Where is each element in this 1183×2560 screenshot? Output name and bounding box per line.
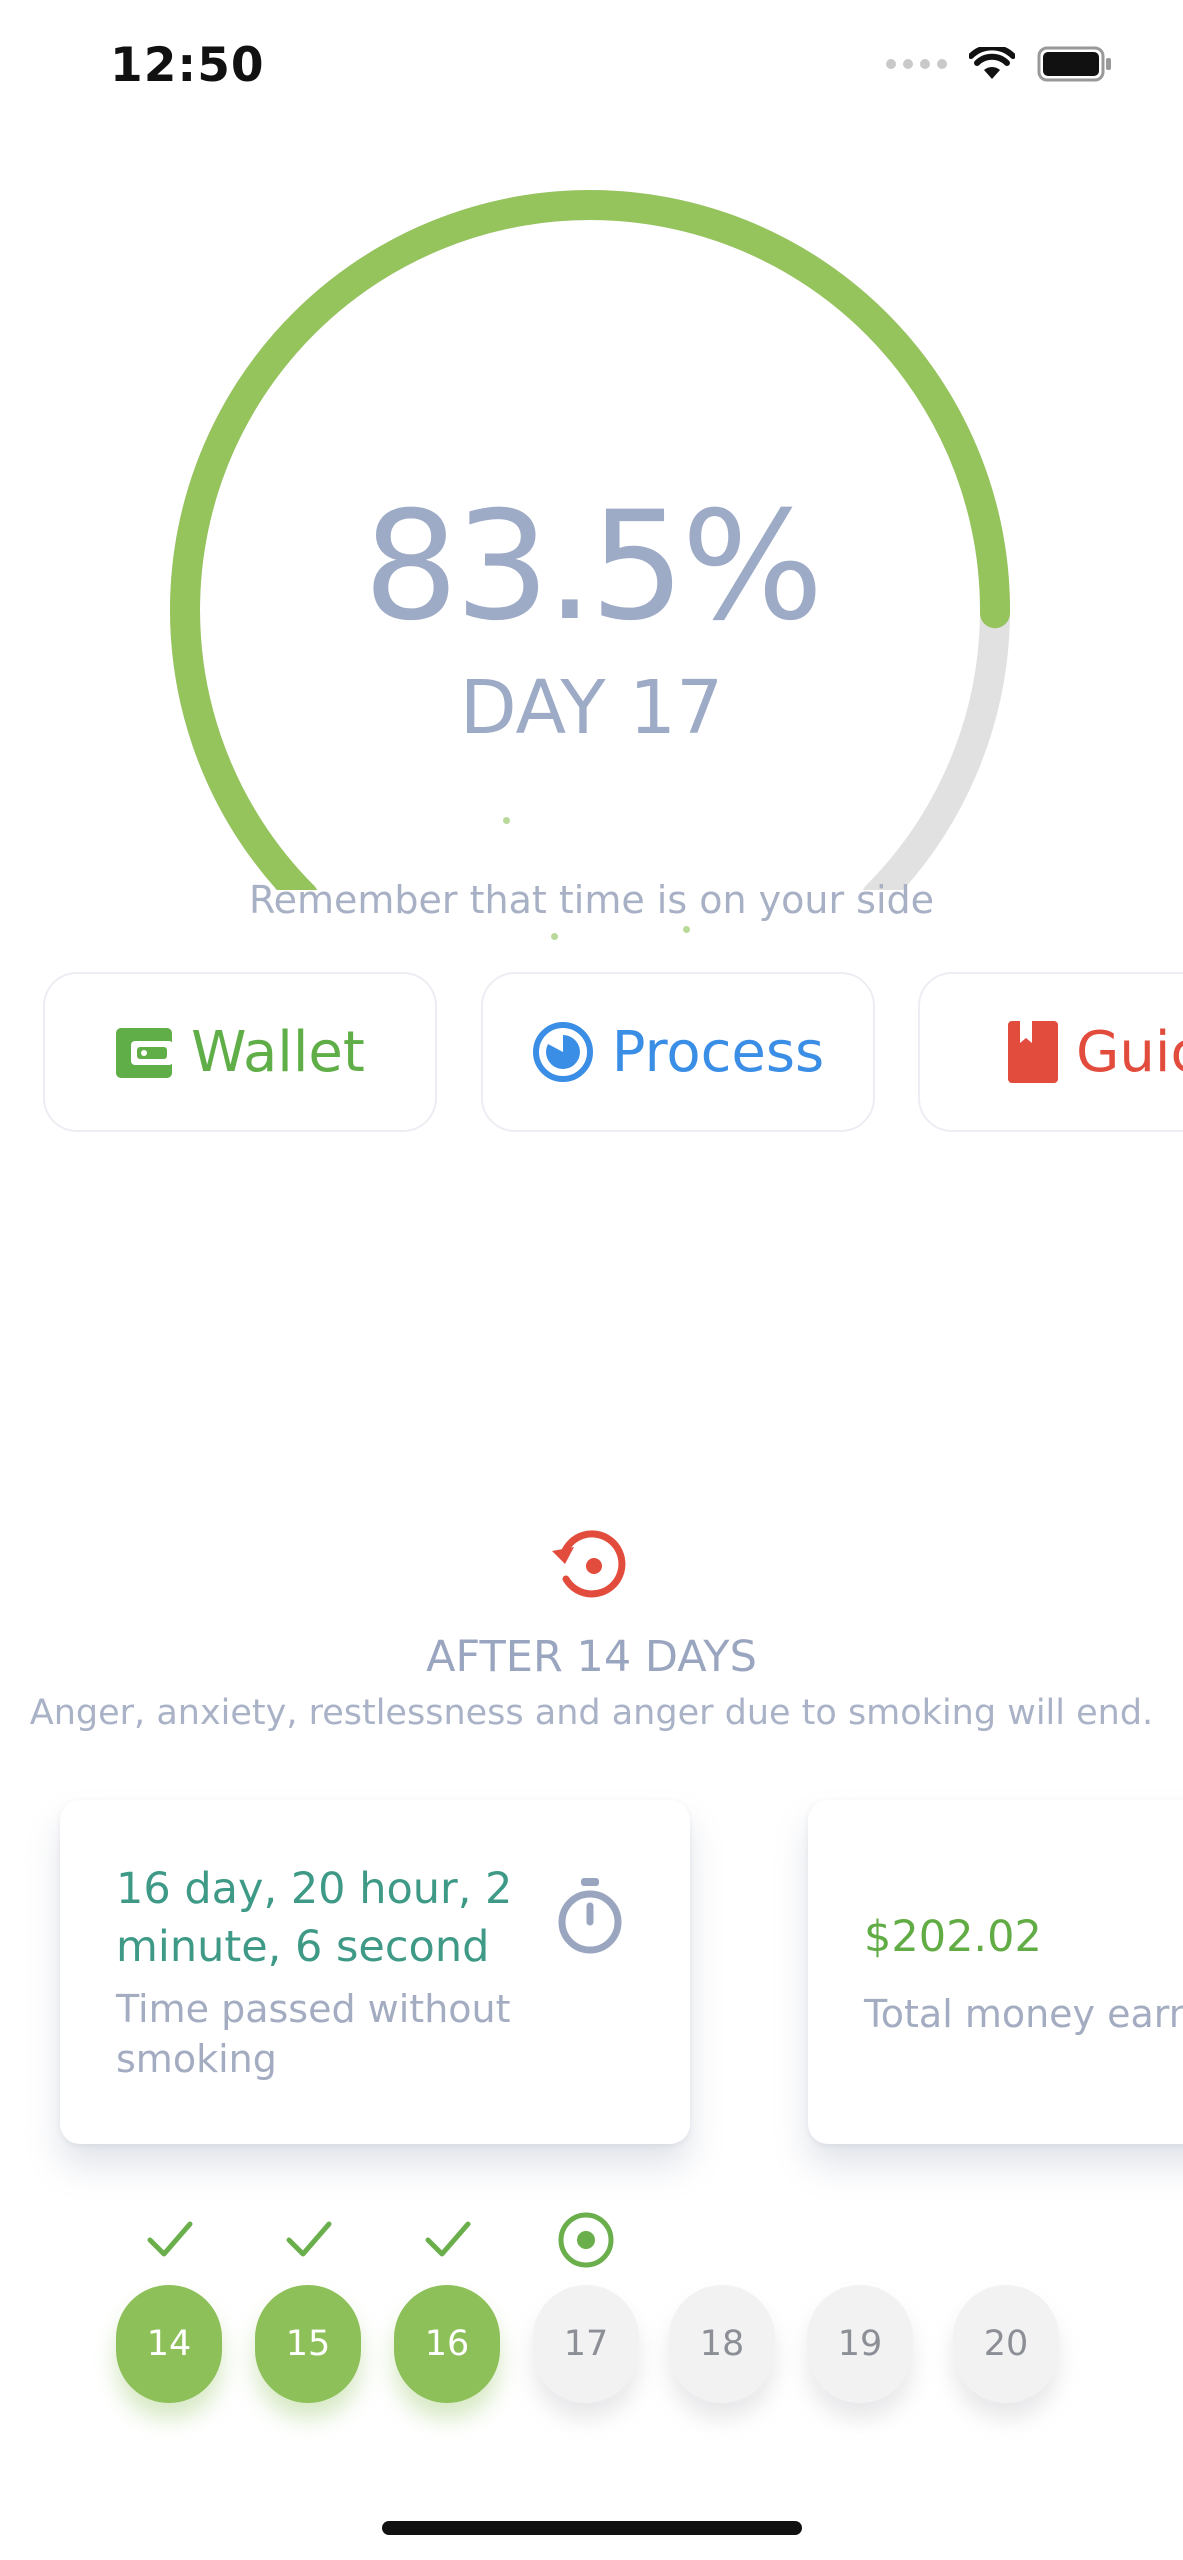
day-19-circle[interactable]: 19 bbox=[807, 2285, 913, 2403]
restore-icon bbox=[552, 1530, 626, 1598]
money-earned-value: $202.02 bbox=[864, 1912, 1042, 1962]
day-17-circle[interactable]: 17 bbox=[533, 2285, 639, 2403]
milestone-title: AFTER 14 DAYS bbox=[426, 1632, 757, 1682]
check-icon bbox=[425, 2221, 471, 2257]
wallet-button[interactable]: Wallet bbox=[43, 972, 437, 1132]
guide-button[interactable]: Guic bbox=[918, 972, 1183, 1132]
current-day-target-icon bbox=[558, 2212, 614, 2268]
time-passed-value: 16 day, 20 hour, 2 minute, 6 second bbox=[116, 1864, 513, 1972]
status-icons bbox=[886, 46, 1113, 82]
time-passed-label: Time passed without smoking bbox=[116, 1987, 511, 2081]
guide-button-label: Guic bbox=[1076, 1019, 1183, 1085]
battery-icon bbox=[1037, 46, 1111, 82]
time-passed-card[interactable]: 16 day, 20 hour, 2 minute, 6 second Time… bbox=[60, 1800, 690, 2144]
pie-progress-icon bbox=[532, 1022, 593, 1082]
wallet-button-label: Wallet bbox=[191, 1019, 365, 1085]
money-earned-card[interactable]: $202.02 Total money earn bbox=[808, 1800, 1183, 2144]
wallet-icon bbox=[116, 1028, 174, 1078]
signal-icon bbox=[886, 59, 947, 69]
wifi-icon bbox=[969, 47, 1015, 79]
sparkle-dot bbox=[551, 933, 558, 940]
check-icon bbox=[147, 2221, 193, 2257]
bookmark-book-icon bbox=[1008, 1021, 1058, 1083]
day-16-circle[interactable]: 16 bbox=[394, 2285, 500, 2403]
day-20-circle[interactable]: 20 bbox=[953, 2285, 1059, 2403]
stopwatch-icon bbox=[558, 1878, 622, 1954]
day-18-circle[interactable]: 18 bbox=[669, 2285, 775, 2403]
home-indicator[interactable] bbox=[382, 2521, 802, 2535]
current-day-label: DAY 17 bbox=[459, 665, 724, 751]
day-15-circle[interactable]: 15 bbox=[255, 2285, 361, 2403]
day-14-circle[interactable]: 14 bbox=[116, 2285, 222, 2403]
sparkle-dot bbox=[503, 817, 510, 824]
sparkle-dot bbox=[683, 926, 690, 933]
motivational-tagline: Remember that time is on your side bbox=[248, 878, 935, 922]
status-time: 12:50 bbox=[110, 38, 265, 93]
progress-percent: 83.5% bbox=[363, 480, 824, 654]
milestone-description: Anger, anxiety, restlessness and anger d… bbox=[29, 1693, 1154, 1733]
process-button[interactable]: Process bbox=[481, 972, 875, 1132]
process-button-label: Process bbox=[611, 1019, 825, 1085]
money-earned-label: Total money earn bbox=[864, 1992, 1183, 2036]
check-icon bbox=[286, 2221, 332, 2257]
